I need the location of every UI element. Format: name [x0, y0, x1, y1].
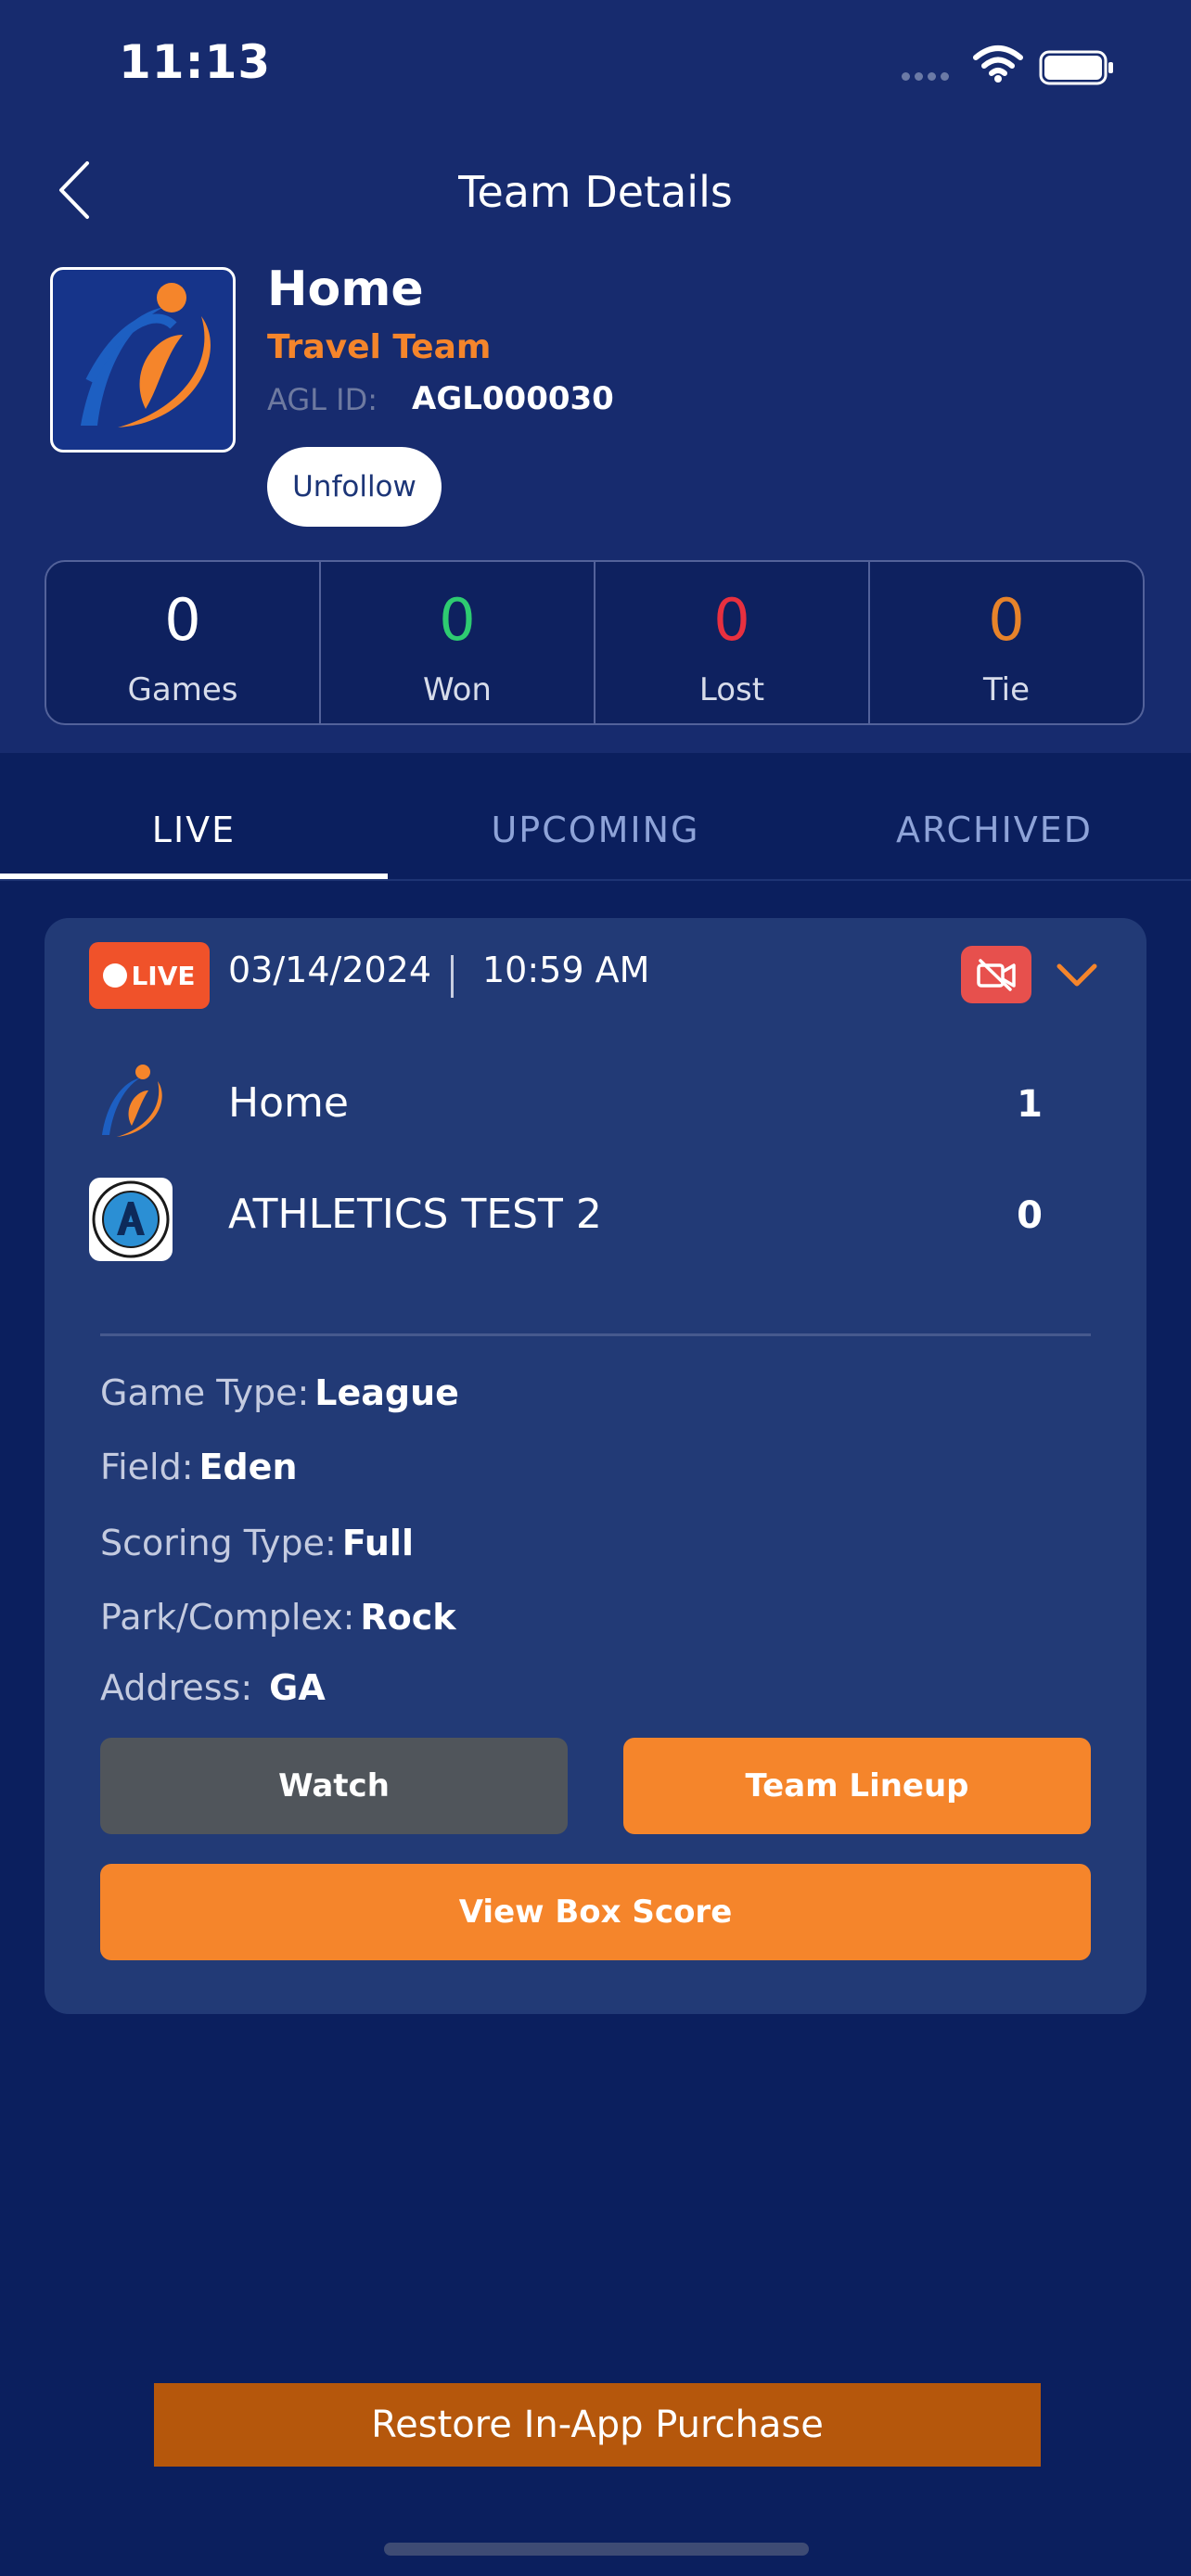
- tab-live[interactable]: LIVE: [0, 777, 388, 883]
- scoring-type-row: Scoring Type: Full: [100, 1523, 414, 1563]
- field-row: Field: Eden: [100, 1447, 298, 1487]
- opponent-team-logo: [89, 1178, 173, 1261]
- stat-value: 0: [439, 586, 476, 654]
- team-stats: 0 Games 0 Won 0 Lost 0 Tie: [45, 560, 1145, 725]
- team-logo: [50, 267, 236, 453]
- stat-label: Games: [127, 671, 238, 708]
- wifi-icon: [973, 45, 1023, 83]
- address-value: GA: [269, 1667, 326, 1708]
- stat-label: Won: [423, 671, 492, 708]
- view-box-score-button[interactable]: View Box Score: [100, 1864, 1091, 1960]
- home-team-score: 1: [1017, 1083, 1043, 1126]
- game-date: 03/14/2024: [228, 950, 432, 990]
- video-off-icon[interactable]: [961, 946, 1031, 1003]
- agl-id-label: AGL ID:: [267, 382, 378, 417]
- stat-value: 0: [988, 586, 1025, 654]
- unfollow-button[interactable]: Unfollow: [267, 447, 442, 527]
- chevron-down-icon[interactable]: [1054, 955, 1100, 996]
- address-label: Address:: [100, 1667, 253, 1708]
- field-label: Field:: [100, 1447, 194, 1487]
- game-type-label: Game Type:: [100, 1372, 310, 1413]
- home-team-name: Home: [228, 1079, 349, 1127]
- park-label: Park/Complex:: [100, 1597, 355, 1638]
- restore-purchase-button[interactable]: Restore In-App Purchase: [154, 2383, 1041, 2467]
- stat-value: 0: [164, 586, 201, 654]
- tab-upcoming[interactable]: UPCOMING: [393, 777, 798, 883]
- home-indicator[interactable]: [384, 2543, 809, 2556]
- park-value: Rock: [360, 1597, 456, 1638]
- agl-id-value: AGL000030: [412, 380, 614, 417]
- page-title: Team Details: [458, 167, 733, 217]
- team-name: Home: [267, 261, 424, 317]
- team-type: Travel Team: [267, 328, 492, 366]
- date-time-divider: [451, 955, 454, 998]
- game-time: 10:59 AM: [482, 950, 650, 990]
- battery-icon: [1039, 50, 1113, 85]
- live-badge-label: LIVE: [131, 960, 196, 991]
- home-team-logo: [102, 1065, 162, 1137]
- opponent-team-name: ATHLETICS TEST 2: [228, 1191, 602, 1238]
- tab-divider: [0, 879, 1191, 881]
- live-dot-icon: [103, 963, 128, 988]
- watch-button[interactable]: Watch: [100, 1738, 568, 1834]
- live-badge: LIVE: [89, 942, 210, 1009]
- park-row: Park/Complex: Rock: [100, 1597, 456, 1638]
- status-time: 11:13: [119, 35, 272, 89]
- scoring-type-value: Full: [341, 1523, 414, 1563]
- signal-icon: [902, 67, 954, 84]
- stat-value: 0: [713, 586, 750, 654]
- opponent-team-score: 0: [1017, 1194, 1043, 1237]
- team-lineup-button[interactable]: Team Lineup: [623, 1738, 1091, 1834]
- card-divider: [100, 1333, 1091, 1336]
- field-value: Eden: [198, 1447, 298, 1487]
- stat-games: 0 Games: [46, 562, 321, 723]
- stat-label: Lost: [698, 671, 765, 708]
- stat-tie: 0 Tie: [870, 562, 1143, 723]
- tab-archived[interactable]: ARCHIVED: [798, 777, 1191, 883]
- tab-bar: LIVE UPCOMING ARCHIVED: [0, 777, 1191, 883]
- address-row: Address: GA: [100, 1667, 326, 1708]
- stat-lost: 0 Lost: [596, 562, 870, 723]
- stat-won: 0 Won: [321, 562, 596, 723]
- stat-label: Tie: [982, 671, 1031, 708]
- game-type-value: League: [314, 1372, 459, 1413]
- scoring-type-label: Scoring Type:: [100, 1523, 337, 1563]
- game-type-row: Game Type: League: [100, 1372, 459, 1413]
